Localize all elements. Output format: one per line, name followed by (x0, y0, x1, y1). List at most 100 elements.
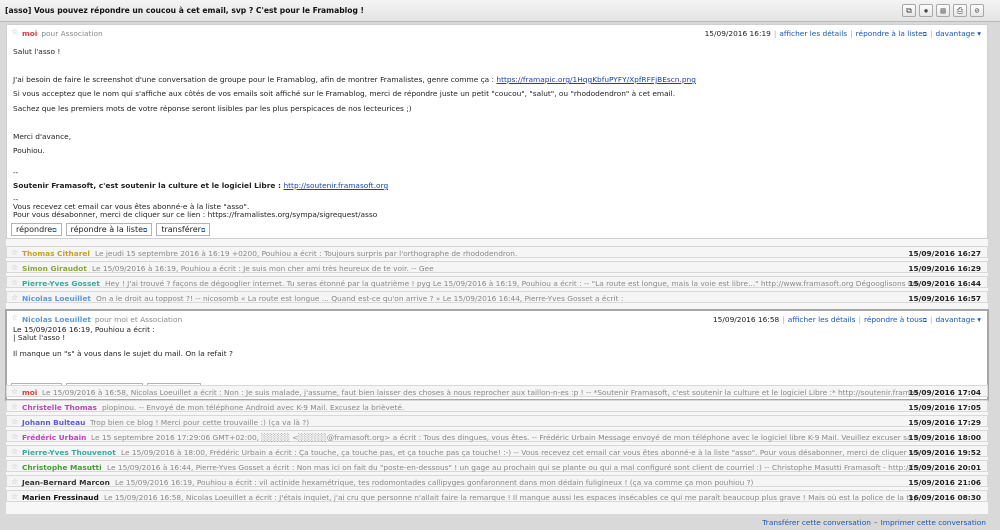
row-sender: Pierre-Yves Thouvenot (22, 448, 116, 457)
row-snippet: Hey ! J'ai trouvé ? façons de dégooglier… (105, 279, 919, 288)
row-snippet: Le 15/09/2016 16:58, Nicolas Loeuillet a… (104, 493, 919, 502)
more-link[interactable]: davantage (935, 29, 974, 38)
row-sender: moi (22, 388, 38, 397)
collapsed-message-row[interactable]: ☆ Frédéric Urbain Le 15 septembre 2016 17:… (6, 430, 988, 442)
message-header-actions: 15/09/2016 16:19 | afficher les détails | ré… (704, 29, 981, 38)
collapsed-message-row[interactable]: ☆ Thomas Citharel Le jeudi 15 septembre 20… (6, 246, 988, 258)
collapsed-message-row[interactable]: ☆ Pierre-Yves Gosset Hey ! J'ai trouvé ? f… (6, 276, 988, 288)
body-link[interactable]: https://framapic.org/1HqgKbfuPYFY/XpfRFF… (496, 75, 696, 84)
body-line: Sachez que les premiers mots de votre ré… (13, 104, 412, 113)
row-date: 15/09/2016 16:27 (908, 249, 981, 258)
row-snippet: Le 15/09/2016 à 16:19, Pouhiou a écrit :… (92, 264, 434, 273)
external-link-icon: ⧉ (52, 227, 57, 234)
star-icon[interactable]: ☆ (11, 478, 18, 486)
body-line: Pour vous désabonner, merci de cliquer s… (13, 210, 378, 219)
row-snippet: Le jeudi 15 septembre 2016 à 16:19 +0200… (95, 249, 518, 258)
collapsed-message-row[interactable]: ☆ Marien Fressinaud Le 15/09/2016 16:58, N… (6, 490, 988, 502)
reply-list-button[interactable]: répondre à la liste⧉ (65, 223, 153, 236)
print-conversation-link[interactable]: Imprimer cette conversation (881, 518, 986, 527)
message-actions: répondre⧉ répondre à la liste⧉ transférer⧉ (11, 223, 211, 236)
star-icon[interactable]: ☆ (11, 294, 18, 302)
collapsed-message-row[interactable]: ☆ Christophe Masutti Le 15/09/2016 à 16:44… (6, 460, 988, 472)
transfer-conversation-link[interactable]: Transférer cette conversation (762, 518, 871, 527)
message-sender[interactable]: moi pour Association (22, 29, 103, 38)
star-icon[interactable]: ☆ (11, 463, 18, 471)
external-link-icon: ⧉ (922, 31, 927, 38)
row-sender: Christophe Masutti (22, 463, 102, 472)
row-snippet: Le 15/09/2016 16:19, Pouhiou a écrit : v… (115, 478, 754, 487)
body-link[interactable]: http://soutenir.framasoft.org (283, 181, 388, 190)
row-date: 15/09/2016 16:29 (908, 264, 981, 273)
collapsed-message-row[interactable]: ☆ Nicolas Loeuillet On a le droit au toppo… (6, 291, 988, 303)
row-snippet: Le 15/09/2016 à 18:00, Frédéric Urbain a… (121, 448, 919, 457)
star-icon[interactable]: ☆ (11, 28, 18, 36)
external-link-icon: ⧉ (143, 227, 148, 234)
row-sender: Pierre-Yves Gosset (22, 279, 100, 288)
star-icon[interactable]: ☆ (11, 403, 18, 411)
chevron-down-icon[interactable]: ▾ (977, 315, 981, 324)
star-icon[interactable]: ☆ (11, 314, 18, 322)
star-icon[interactable]: ☆ (11, 264, 18, 272)
body-line: Il manque un "s" à vous dans le sujet du… (13, 349, 233, 358)
message-header[interactable]: ☆ moi pour Association 15/09/2016 16:19 | a… (7, 25, 987, 39)
star-icon[interactable]: ☆ (11, 388, 18, 396)
open-new-window-icon[interactable]: ⧉ (902, 4, 916, 17)
row-snippet: Le 15 septembre 2016 17:29:06 GMT+02:00,… (91, 433, 919, 442)
star-icon[interactable]: ☆ (11, 448, 18, 456)
star-icon[interactable]: ☆ (11, 279, 18, 287)
row-sender: Jean-Bernard Marcon (22, 478, 110, 487)
conversation-footer: Transférer cette conversation – Imprimer c… (762, 518, 986, 527)
message-header-actions: 15/09/2016 16:58 | afficher les détails | ré… (712, 315, 981, 324)
row-date: 15/09/2016 16:44 (908, 279, 981, 288)
forward-button[interactable]: transférer⧉ (156, 223, 211, 236)
body-line: Merci d'avance, (13, 132, 72, 141)
settings-icon[interactable]: ✹ (919, 4, 933, 17)
more-link[interactable]: davantage (935, 315, 974, 324)
toolbar: ⧉ ✹ ▤ ⎙ ⊘ (902, 4, 984, 17)
body-line: -- (13, 168, 19, 177)
star-icon[interactable]: ☆ (11, 249, 18, 257)
show-details-link[interactable]: afficher les détails (788, 315, 856, 324)
row-date: 15/09/2016 18:00 (908, 433, 981, 442)
row-date: 15/09/2016 17:04 (908, 388, 981, 397)
sender-name[interactable]: moi (22, 29, 37, 38)
collapsed-message-row[interactable]: ☆ Pierre-Yves Thouvenot Le 15/09/2016 à 18… (6, 445, 988, 457)
message-date: 15/09/2016 16:19 (704, 29, 771, 38)
row-sender: Thomas Citharel (22, 249, 90, 258)
reply-list-link[interactable]: répondre à la liste (856, 29, 923, 38)
row-date: 16/09/2016 08:30 (908, 493, 981, 502)
row-date: 15/09/2016 20:01 (908, 463, 981, 472)
star-icon[interactable]: ☆ (11, 493, 18, 501)
row-sender: Nicolas Loeuillet (22, 294, 91, 303)
row-sender: Marien Fressinaud (22, 493, 99, 502)
row-date: 15/09/2016 17:29 (908, 418, 981, 427)
conversation-view: ☆ moi pour Association 15/09/2016 16:19 | a… (5, 24, 989, 514)
row-date: 15/09/2016 19:52 (908, 448, 981, 457)
row-date: 15/09/2016 16:57 (908, 294, 981, 303)
block-icon[interactable]: ⊘ (970, 4, 984, 17)
row-sender: Frédéric Urbain (22, 433, 87, 442)
reply-button[interactable]: répondre⧉ (11, 223, 62, 236)
body-line: Soutenir Framasoft, c'est soutenir la cu… (13, 181, 389, 190)
show-details-link[interactable]: afficher les détails (779, 29, 847, 38)
message-sender[interactable]: Nicolas Loeuillet pour moi et Association (22, 315, 182, 324)
collapsed-message-row[interactable]: ☆ Simon Giraudot Le 15/09/2016 à 16:19, Po… (6, 261, 988, 273)
sender-name[interactable]: Nicolas Loeuillet (22, 315, 91, 324)
star-icon[interactable]: ☆ (11, 433, 18, 441)
star-icon[interactable]: ☆ (11, 418, 18, 426)
row-snippet: Trop bien ce blog ! Merci pour cette tro… (90, 418, 310, 427)
collapsed-message-row[interactable]: ☆ Johann Bulteau Trop bien ce blog ! Merci… (6, 415, 988, 427)
reply-all-link[interactable]: répondre à tous (864, 315, 923, 324)
chevron-down-icon[interactable]: ▾ (977, 29, 981, 38)
body-line: Pouhiou. (13, 146, 45, 155)
body-line: Si vous acceptez que le nom qui s'affich… (13, 89, 676, 98)
collapsed-message-row[interactable]: ☆ Christelle Thomas plopinou. -- Envoyé de… (6, 400, 988, 412)
conversation-title: [asso] Vous pouvez répondre un coucou à … (5, 6, 365, 15)
collapsed-message-row[interactable]: ☆ Jean-Bernard Marcon Le 15/09/2016 16:19,… (6, 475, 988, 487)
print-icon[interactable]: ⎙ (953, 4, 967, 17)
archive-icon[interactable]: ▤ (936, 4, 950, 17)
body-line: J'ai besoin de faire le screenshot d'une… (13, 75, 696, 84)
collapsed-message-row[interactable]: ☆ moi Le 15/09/2016 à 16:58, Nicolas Loeui… (6, 385, 988, 397)
message-header[interactable]: ☆ Nicolas Loeuillet pour moi et Associati… (7, 311, 987, 325)
row-sender: Christelle Thomas (22, 403, 97, 412)
